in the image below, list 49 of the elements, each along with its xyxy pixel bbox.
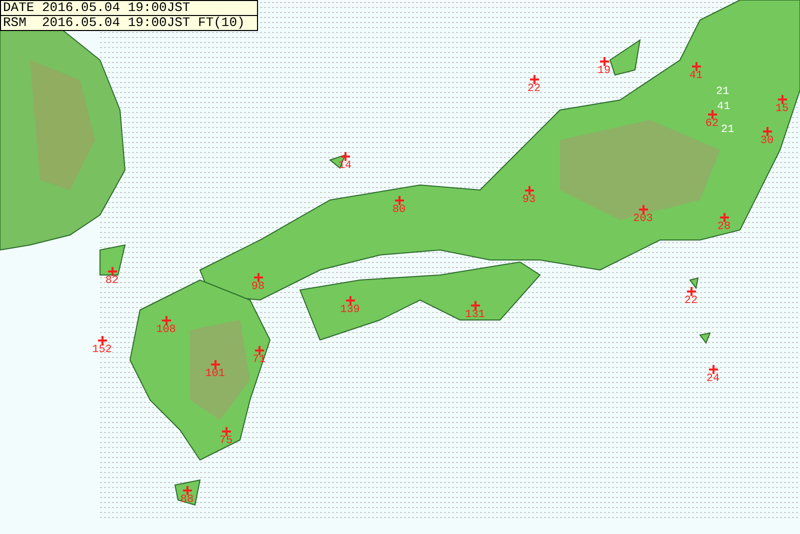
rainfall-value: 30: [760, 136, 774, 147]
plus-icon: [720, 213, 728, 222]
plus-icon: [108, 267, 116, 276]
rainfall-value: 98: [251, 282, 265, 293]
rainfall-value: 101: [205, 369, 225, 380]
rainfall-value: 22: [527, 84, 541, 95]
rainfall-value: 62: [705, 119, 719, 130]
plus-icon: [708, 365, 718, 374]
plus-icon: [470, 301, 480, 310]
model-run-label: RSM 2016.05.04 19:00JST FT(10): [2, 16, 246, 30]
rainfall-value: 15: [775, 104, 789, 115]
plus-icon: [708, 110, 716, 119]
plus-icon: [600, 57, 608, 66]
plus-icon: [762, 127, 772, 136]
plus-icon: [530, 75, 538, 84]
rainfall-value: 139: [340, 305, 360, 316]
rainfall-value: 203: [633, 214, 653, 225]
rainfall-value: 80: [392, 205, 406, 216]
plus-icon: [692, 62, 700, 71]
contour-label: 21: [721, 125, 734, 136]
plus-icon: [638, 205, 648, 214]
rainfall-value: 28: [717, 222, 731, 233]
rainfall-value: 22: [684, 296, 698, 307]
rainfall-value: 19: [597, 66, 611, 77]
plus-icon: [210, 360, 220, 369]
plus-icon: [346, 296, 354, 305]
date-label: DATE 2016.05.04 19:00JST: [1, 1, 257, 16]
rainfall-value: 88: [180, 495, 194, 506]
plus-icon: [162, 316, 170, 325]
rainfall-value: 75: [219, 436, 233, 447]
plus-icon: [686, 287, 696, 296]
plus-icon: [778, 95, 786, 104]
rainfall-value: 108: [156, 325, 176, 336]
rainfall-value: 93: [522, 195, 536, 206]
plus-icon: [394, 196, 404, 205]
plus-icon: [524, 186, 534, 195]
rainfall-value: 131: [465, 310, 485, 321]
contour-label: 41: [717, 102, 730, 113]
rainfall-value: 152: [92, 345, 112, 356]
plus-icon: [98, 336, 106, 345]
plus-icon: [222, 427, 230, 436]
plus-icon: [340, 152, 350, 161]
plus-icon: [182, 486, 192, 495]
contour-label: 21: [716, 87, 730, 98]
rainfall-value: 82: [105, 276, 119, 287]
plus-icon: [254, 346, 264, 355]
plus-icon: [254, 273, 262, 282]
rainfall-value: 24: [706, 374, 720, 385]
rainfall-value: 41: [689, 71, 703, 82]
